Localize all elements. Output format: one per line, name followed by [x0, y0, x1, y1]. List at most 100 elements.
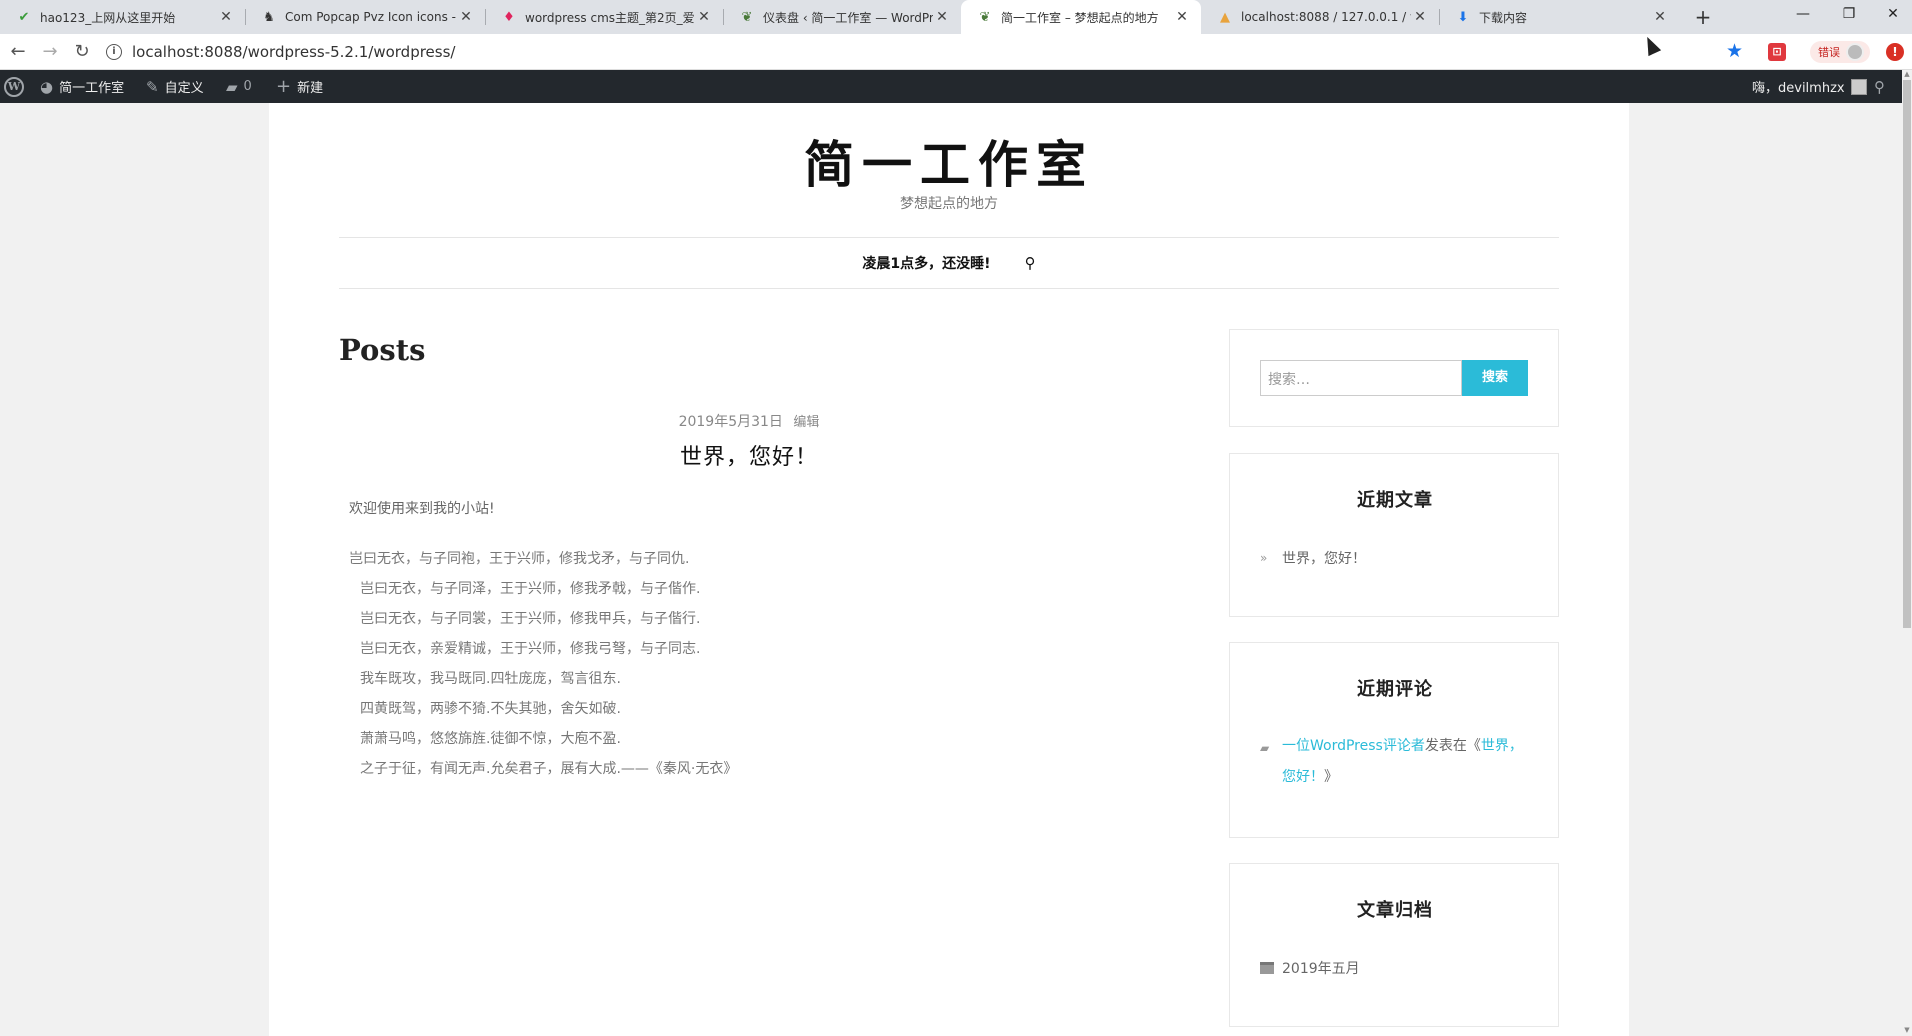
archives-widget: 文章归档 2019年五月 [1229, 863, 1559, 1027]
recent-post-link[interactable]: 世界，您好！ [1282, 548, 1366, 568]
close-icon[interactable]: ✕ [695, 9, 713, 25]
pin-icon: ♦ [503, 9, 515, 25]
site-title[interactable]: 简一工作室 [269, 125, 1629, 197]
user-avatar [1850, 78, 1867, 95]
nav-link[interactable]: 凌晨1点多，还没睡! [862, 253, 990, 273]
address-bar[interactable]: i localhost:8088/wordpress-5.2.1/wordpre… [106, 38, 1756, 66]
list-item[interactable]: » 世界，您好！ [1260, 548, 1366, 568]
github-icon: ♞ [263, 9, 275, 25]
comment-author-link[interactable]: 一位WordPress评论者 [1282, 738, 1425, 754]
widget-title: 文章归档 [1357, 900, 1433, 921]
minimize-button[interactable]: — [1780, 0, 1826, 30]
close-icon[interactable]: ✕ [1173, 9, 1191, 25]
recent-comments-widget: 近期评论 ▰ 一位WordPress评论者发表在《世界，您好！》 [1229, 642, 1559, 838]
search-icon: ⚲ [1874, 77, 1885, 96]
scrollbar-thumb[interactable] [1903, 80, 1911, 628]
tab-popcap[interactable]: ♞ Com Popcap Pvz Icon icons - ✕ [245, 0, 485, 34]
search-button[interactable]: 搜索 [1462, 360, 1528, 396]
archive-link[interactable]: 2019年五月 [1282, 958, 1360, 978]
forward-button[interactable]: → [38, 40, 62, 64]
admin-search[interactable]: ⚲ [1874, 70, 1885, 103]
site-icon: ❦ [979, 9, 991, 25]
restore-button[interactable]: ❐ [1826, 0, 1872, 30]
tab-dashboard[interactable]: ❦ 仪表盘 ‹ 简一工作室 — WordPress ✕ [723, 0, 961, 34]
close-icon[interactable]: ✕ [1651, 9, 1669, 25]
wp-logo-menu[interactable]: W [4, 70, 24, 103]
calendar-icon [1260, 962, 1274, 974]
download-icon: ⬇ [1457, 9, 1469, 25]
divider [339, 237, 1559, 238]
wp-admin-bar: W ◕ 简一工作室 ✎ 自定义 ▰ 0 + 新建 嗨，devilmhzx ⚲ [0, 70, 1912, 103]
search-icon[interactable]: ⚲ [1025, 254, 1036, 272]
comment-item: 一位WordPress评论者发表在《世界，您好！》 [1282, 731, 1532, 793]
scrollbar[interactable]: ▲ ▼ [1902, 70, 1912, 1036]
poem-line: 岂曰无衣，与子同泽，王于兴师，修我矛戟，与子偕作. [360, 581, 701, 597]
new-label: 新建 [297, 81, 324, 96]
poem-line: 之子于征，有闻无声.允矣君子，展有大成.——《秦风·无衣》 [360, 761, 738, 777]
new-tab-button[interactable]: + [1690, 4, 1716, 30]
back-button[interactable]: ← [6, 40, 30, 64]
post-meta: 2019年5月31日 编辑 [339, 411, 1159, 431]
profile-error-button[interactable]: 错误 [1810, 41, 1870, 63]
site-icon: ❦ [741, 9, 753, 25]
tab-hao123[interactable]: ✔ hao123_上网从这里开始 ✕ [0, 0, 245, 34]
widget-title: 近期评论 [1357, 679, 1433, 700]
extension-icon[interactable]: ⊡ [1768, 43, 1786, 61]
close-window-button[interactable]: ✕ [1870, 0, 1912, 30]
site-description: 梦想起点的地方 [900, 196, 998, 212]
tab-title: Com Popcap Pvz Icon icons - [285, 10, 456, 24]
post-date[interactable]: 2019年5月31日 [679, 414, 783, 430]
info-icon[interactable]: i [106, 44, 122, 60]
bookmark-star-icon[interactable]: ★ [1726, 40, 1743, 62]
wordpress-logo-icon: W [4, 76, 24, 97]
plus-icon: + [276, 76, 292, 97]
admin-comments[interactable]: ▰ 0 [226, 70, 252, 103]
tab-site-active[interactable]: ❦ 简一工作室 – 梦想起点的地方 ✕ [961, 0, 1201, 34]
browser-toolbar: ← → ↻ i localhost:8088/wordpress-5.2.1/w… [0, 34, 1912, 70]
tab-title: 下载内容 [1479, 10, 1528, 25]
poem-line: 岂曰无衣，与子同袍，王于兴师，修我戈矛，与子同仇. [349, 551, 690, 567]
list-item[interactable]: 2019年五月 [1260, 958, 1360, 978]
poem-line: 萧萧马鸣，悠悠旆旌.徒御不惊，大庖不盈. [360, 731, 621, 747]
close-icon[interactable]: ✕ [457, 9, 475, 25]
scroll-up-icon[interactable]: ▲ [1902, 70, 1912, 78]
tab-phpmyadmin[interactable]: ▲ localhost:8088 / 127.0.0.1 / wo ✕ [1201, 0, 1439, 34]
close-icon[interactable]: ✕ [933, 9, 951, 25]
close-icon[interactable]: ✕ [1411, 9, 1429, 25]
scroll-down-icon[interactable]: ▼ [1902, 1026, 1912, 1034]
poem-line: 四黄既驾，两骖不猗.不失其驰，舍矢如破. [360, 701, 621, 717]
divider [339, 288, 1559, 289]
hao123-icon: ✔ [18, 9, 30, 25]
greeting-label: 嗨，devilmhzx [1752, 81, 1845, 96]
admin-new[interactable]: + 新建 [276, 70, 323, 103]
tab-strip: ✔ hao123_上网从这里开始 ✕ ♞ Com Popcap Pvz Icon… [0, 0, 1912, 34]
page-container: 简一工作室 梦想起点的地方 凌晨1点多，还没睡! ⚲ Posts 2019年5月… [269, 103, 1629, 1036]
widget-title: 近期文章 [1357, 490, 1433, 511]
primary-nav: 凌晨1点多，还没睡! ⚲ [269, 251, 1629, 275]
edit-link[interactable]: 编辑 [793, 415, 819, 430]
tab-title: 简一工作室 – 梦想起点的地方 [1001, 10, 1159, 25]
dashboard-icon: ◕ [40, 77, 54, 96]
tab-downloads[interactable]: ⬇ 下载内容 ✕ [1439, 0, 1679, 34]
avatar [1846, 43, 1864, 61]
post-intro: 欢迎使用来到我的小站! [349, 501, 495, 517]
admin-account[interactable]: 嗨，devilmhzx [1752, 70, 1867, 103]
admin-site-name[interactable]: ◕ 简一工作室 [40, 70, 124, 103]
adblock-icon[interactable]: ! [1886, 43, 1904, 61]
search-widget: 搜索… 搜索 [1229, 329, 1559, 427]
search-input[interactable]: 搜索… [1260, 360, 1462, 396]
comment-count: 0 [243, 79, 252, 94]
tab-title: 仪表盘 ‹ 简一工作室 — WordPress [763, 10, 933, 25]
post-title[interactable]: 世界，您好！ [339, 439, 1159, 471]
close-icon[interactable]: ✕ [217, 9, 235, 25]
poem-line: 岂曰无衣，亲爱精诚，王于兴师，修我弓弩，与子同志. [360, 641, 701, 657]
tab-wordpress-cms[interactable]: ♦ wordpress cms主题_第2页_爱主 ✕ [485, 0, 723, 34]
comments-icon: ▰ [1260, 741, 1270, 755]
double-chevron-icon: » [1260, 551, 1268, 565]
comment-bubble-icon: ▰ [226, 77, 238, 96]
admin-customize[interactable]: ✎ 自定义 [146, 70, 204, 103]
reload-button[interactable]: ↻ [70, 40, 94, 64]
customize-label: 自定义 [164, 81, 204, 96]
page-title: Posts [339, 333, 426, 367]
error-label: 错误 [1818, 46, 1840, 59]
